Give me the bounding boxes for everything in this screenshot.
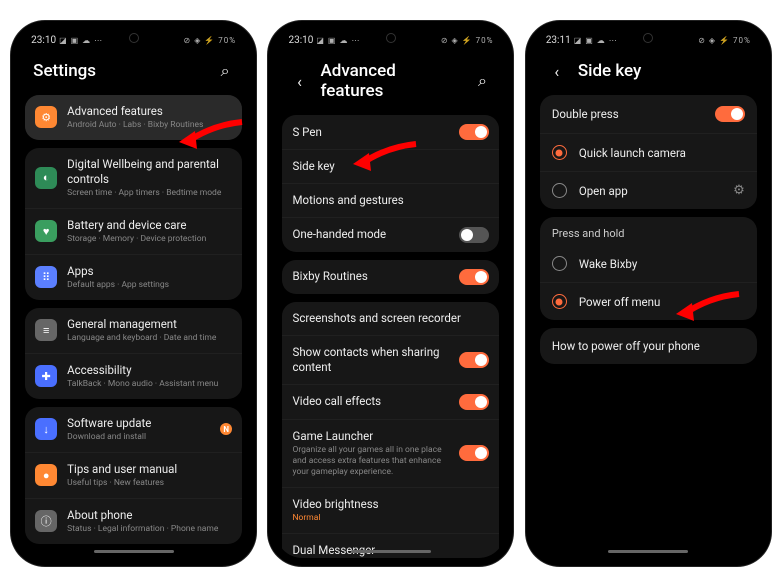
side-key-settings: Double press Quick launch camera Open ap… — [534, 95, 763, 558]
accessibility-icon: ✚ — [35, 365, 57, 387]
item-bixby-routines[interactable]: Bixby Routines — [282, 260, 499, 294]
item-show-contacts[interactable]: Show contacts when sharing content — [282, 336, 499, 385]
option-wake-bixby[interactable]: Wake Bixby — [540, 245, 757, 283]
radio-icon[interactable] — [552, 145, 567, 160]
option-power-off-menu[interactable]: Power off menu — [540, 283, 757, 320]
item-side-key[interactable]: Side key — [282, 150, 499, 184]
apps-icon: ⠿ — [35, 266, 57, 288]
toggle-double-press[interactable] — [715, 106, 745, 122]
settings-list[interactable]: ⚙ Advanced features Android Auto · Labs … — [19, 95, 248, 558]
toggle-video-call[interactable] — [459, 394, 489, 410]
header: ‹ Side key — [534, 49, 763, 95]
item-general-management[interactable]: ≡ General management Language and keyboa… — [25, 308, 242, 354]
status-right-icons: ⊘ ◈ ⚡ 70% — [184, 36, 237, 45]
item-how-to-power-off[interactable]: How to power off your phone — [540, 328, 757, 364]
phone-settings: 23:10 ◪ ▣ ☁ ⋯ ⊘ ◈ ⚡ 70% Settings ⌕ ⚙ Adv… — [11, 21, 256, 566]
nav-handle[interactable] — [94, 550, 174, 553]
camera-notch — [129, 33, 139, 43]
item-game-launcher[interactable]: Game Launcher Organize all your games al… — [282, 420, 499, 488]
header: ‹ Advanced features ⌕ — [276, 49, 505, 115]
notification-badge: N — [220, 423, 232, 435]
option-open-app[interactable]: Open app ⚙ — [540, 172, 757, 209]
item-advanced-features[interactable]: ⚙ Advanced features Android Auto · Labs … — [25, 95, 242, 140]
item-video-call-effects[interactable]: Video call effects — [282, 385, 499, 420]
gear-icon[interactable]: ⚙ — [733, 183, 745, 198]
page-title: Side key — [578, 61, 749, 81]
back-icon[interactable]: ‹ — [290, 72, 308, 91]
camera-notch — [643, 33, 653, 43]
page-title: Settings — [33, 61, 204, 81]
status-left-icons: ◪ ▣ ☁ ⋯ — [574, 36, 618, 45]
section-press-hold: Press and hold — [540, 217, 757, 245]
item-one-handed[interactable]: One-handed mode — [282, 218, 499, 252]
toggle-one-handed[interactable] — [459, 227, 489, 243]
status-left-icons: ◪ ▣ ☁ ⋯ — [59, 36, 103, 45]
radio-icon[interactable] — [552, 294, 567, 309]
radio-icon[interactable] — [552, 256, 567, 271]
toggle-show-contacts[interactable] — [459, 352, 489, 368]
toggle-s-pen[interactable] — [459, 124, 489, 140]
camera-notch — [386, 33, 396, 43]
item-motions-gestures[interactable]: Motions and gestures — [282, 184, 499, 218]
phone-advanced-features: 23:10 ◪ ▣ ☁ ⋯ ⊘ ◈ ⚡ 70% ‹ Advanced featu… — [268, 21, 513, 566]
about-icon: ⓘ — [35, 510, 57, 532]
item-video-brightness[interactable]: Video brightness Normal — [282, 488, 499, 534]
status-time: 23:10 — [31, 35, 56, 46]
item-software-update[interactable]: ↓ Software update Download and install N — [25, 407, 242, 453]
item-battery-care[interactable]: ♥ Battery and device care Storage · Memo… — [25, 209, 242, 255]
item-apps[interactable]: ⠿ Apps Default apps · App settings — [25, 255, 242, 300]
battery-icon: ♥ — [35, 220, 57, 242]
option-quick-launch-camera[interactable]: Quick launch camera — [540, 134, 757, 172]
nav-handle[interactable] — [351, 550, 431, 553]
phone-side-key: 23:11 ◪ ▣ ☁ ⋯ ⊘ ◈ ⚡ 70% ‹ Side key Doubl… — [526, 21, 771, 566]
nav-handle[interactable] — [608, 550, 688, 553]
status-time: 23:10 — [288, 35, 313, 46]
section-double-press: Double press — [540, 95, 757, 134]
item-screenshots[interactable]: Screenshots and screen recorder — [282, 302, 499, 336]
radio-icon[interactable] — [552, 183, 567, 198]
item-tips[interactable]: ● Tips and user manual Useful tips · New… — [25, 453, 242, 499]
page-title: Advanced features — [320, 61, 461, 101]
general-icon: ≡ — [35, 319, 57, 341]
item-s-pen[interactable]: S Pen — [282, 115, 499, 150]
header: Settings ⌕ — [19, 49, 248, 95]
item-digital-wellbeing[interactable]: ◐ Digital Wellbeing and parental control… — [25, 148, 242, 209]
status-time: 23:11 — [546, 35, 571, 46]
gear-icon: ⚙ — [35, 106, 57, 128]
update-icon: ↓ — [35, 418, 57, 440]
search-icon[interactable]: ⌕ — [216, 61, 234, 81]
toggle-game-launcher[interactable] — [459, 445, 489, 461]
item-dual-messenger[interactable]: Dual Messenger — [282, 534, 499, 558]
tips-icon: ● — [35, 464, 57, 486]
status-right-icons: ⊘ ◈ ⚡ 70% — [441, 36, 494, 45]
advanced-list[interactable]: S Pen Side key Motions and gestures One-… — [276, 115, 505, 558]
toggle-bixby[interactable] — [459, 269, 489, 285]
item-about-phone[interactable]: ⓘ About phone Status · Legal information… — [25, 499, 242, 544]
wellbeing-icon: ◐ — [35, 167, 57, 189]
back-icon[interactable]: ‹ — [548, 62, 566, 81]
status-left-icons: ◪ ▣ ☁ ⋯ — [316, 36, 360, 45]
search-icon[interactable]: ⌕ — [473, 71, 491, 91]
item-accessibility[interactable]: ✚ Accessibility TalkBack · Mono audio · … — [25, 354, 242, 399]
status-right-icons: ⊘ ◈ ⚡ 70% — [698, 36, 751, 45]
